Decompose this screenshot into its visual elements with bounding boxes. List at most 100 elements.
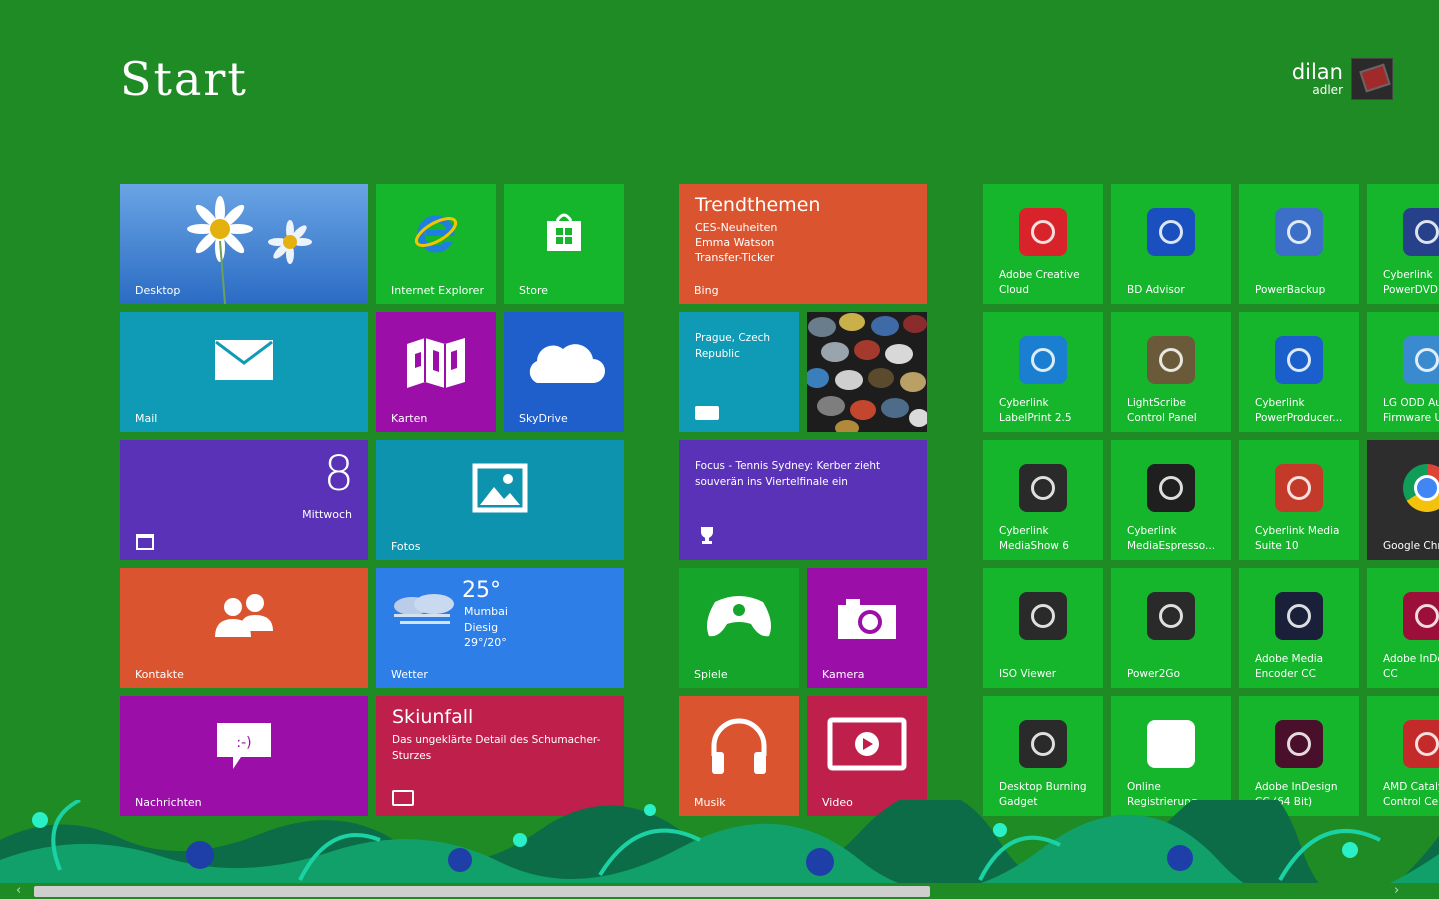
- app-tile[interactable]: LG ODD Auto Firmware U...: [1367, 312, 1439, 432]
- news-body: Das ungeklärte Detail des Schumacher-Stu…: [392, 734, 601, 762]
- app-icon-glyph: [1415, 732, 1439, 756]
- tile-label: Cyberlink PowerDVD: [1383, 269, 1438, 296]
- cloud-icon: [523, 337, 605, 387]
- app-tile[interactable]: Online Registrierung: [1111, 696, 1231, 816]
- app-icon-glyph: [1287, 476, 1311, 500]
- tile-travel[interactable]: Prague, Czech Republic: [679, 312, 799, 432]
- suitcase-icon: [695, 406, 719, 420]
- app-tile[interactable]: LightScribe Control Panel: [1111, 312, 1231, 432]
- app-icon-glyph: [1159, 732, 1183, 756]
- tile-label: Bing: [694, 284, 719, 297]
- chat-bubble-icon: :-): [215, 721, 273, 771]
- travel-text: Prague, Czech Republic: [695, 332, 771, 360]
- tile-label: Store: [519, 284, 549, 297]
- app-icon: [1275, 336, 1323, 384]
- app-icon: [1019, 208, 1067, 256]
- tile-label: Google Chrome: [1383, 540, 1439, 552]
- tile-messaging[interactable]: :-) Nachrichten: [120, 696, 368, 816]
- app-icon-glyph: [1159, 348, 1183, 372]
- tile-store[interactable]: Store: [504, 184, 624, 304]
- tile-music[interactable]: Musik: [679, 696, 799, 816]
- weather-city: Mumbai: [464, 605, 508, 618]
- tile-photos[interactable]: Fotos: [376, 440, 624, 560]
- app-tile[interactable]: Cyberlink PowerDVD: [1367, 184, 1439, 304]
- app-tile[interactable]: Cyberlink PowerProducer...: [1239, 312, 1359, 432]
- chrome-center-icon: [1414, 475, 1439, 501]
- app-tile[interactable]: Cyberlink Media Suite 10: [1239, 440, 1359, 560]
- app-icon: [1147, 720, 1195, 768]
- app-icon-glyph: [1415, 220, 1439, 244]
- app-tile[interactable]: ISO Viewer: [983, 568, 1103, 688]
- tile-label: SkyDrive: [519, 412, 568, 425]
- tile-desktop[interactable]: Desktop: [120, 184, 368, 304]
- app-tile[interactable]: AMD Catalyst Control Center: [1367, 696, 1439, 816]
- app-icon: [1147, 592, 1195, 640]
- photo-icon: [472, 463, 528, 513]
- horizontal-scrollbar[interactable]: ‹ ›: [0, 883, 1439, 899]
- app-icon: [1403, 336, 1439, 384]
- app-tile[interactable]: Adobe Media Encoder CC: [1239, 568, 1359, 688]
- app-tile[interactable]: BD Advisor: [1111, 184, 1231, 304]
- tile-weather[interactable]: 25° Mumbai Diesig 29°/20° Wetter: [376, 568, 624, 688]
- tile-label: LightScribe Control Panel: [1127, 397, 1197, 424]
- tile-label: Cyberlink Media Suite 10: [1255, 525, 1340, 552]
- app-icon: [1019, 464, 1067, 512]
- tile-label: Internet Explorer: [391, 284, 484, 297]
- tile-skydrive[interactable]: SkyDrive: [504, 312, 624, 432]
- app-tile[interactable]: Desktop Burning Gadget: [983, 696, 1103, 816]
- tile-maps[interactable]: Karten: [376, 312, 496, 432]
- map-icon: [405, 336, 467, 389]
- tile-people[interactable]: Kontakte: [120, 568, 368, 688]
- app-tile[interactable]: Adobe InDesign CC (64 Bit): [1239, 696, 1359, 816]
- app-icon-glyph: [1031, 476, 1055, 500]
- tile-camera[interactable]: Kamera: [807, 568, 927, 688]
- scroll-right-icon[interactable]: ›: [1394, 884, 1399, 898]
- app-icon-glyph: [1159, 604, 1183, 628]
- tile-video[interactable]: Video: [807, 696, 927, 816]
- scroll-left-icon[interactable]: ‹: [16, 884, 21, 898]
- news-headline: Skiunfall: [392, 706, 474, 728]
- sport-text: Focus - Tennis Sydney: Kerber zieht souv…: [695, 460, 881, 488]
- app-tile[interactable]: Adobe InDesign CC: [1367, 568, 1439, 688]
- tile-label: Desktop: [135, 284, 181, 297]
- app-icon: [1019, 720, 1067, 768]
- app-icon-glyph: [1287, 220, 1311, 244]
- app-icon-glyph: [1415, 604, 1439, 628]
- tile-news[interactable]: Skiunfall Das ungeklärte Detail des Schu…: [376, 696, 624, 816]
- calendar-day: 8: [323, 446, 354, 502]
- tile-label: Fotos: [391, 540, 421, 553]
- bing-item: CES-Neuheiten: [695, 221, 778, 234]
- app-icon-glyph: [1159, 476, 1183, 500]
- tile-bing[interactable]: Trendthemen CES-Neuheiten Emma Watson Tr…: [679, 184, 927, 304]
- app-tile[interactable]: Google Chrome: [1367, 440, 1439, 560]
- tile-sport[interactable]: Focus - Tennis Sydney: Kerber zieht souv…: [679, 440, 927, 560]
- app-tile[interactable]: Cyberlink LabelPrint 2.5: [983, 312, 1103, 432]
- tile-label: Kamera: [822, 668, 865, 681]
- app-tile[interactable]: Adobe Creative Cloud: [983, 184, 1103, 304]
- tile-mail[interactable]: Mail: [120, 312, 368, 432]
- tile-games[interactable]: Spiele: [679, 568, 799, 688]
- app-icon-glyph: [1159, 220, 1183, 244]
- tile-internet-explorer[interactable]: Internet Explorer: [376, 184, 496, 304]
- app-icon: [1403, 720, 1439, 768]
- tile-label: Mail: [135, 412, 158, 425]
- app-tile[interactable]: Power2Go: [1111, 568, 1231, 688]
- app-icon-glyph: [1287, 732, 1311, 756]
- scroll-thumb[interactable]: [34, 886, 930, 897]
- app-tile[interactable]: Cyberlink MediaEspresso...: [1111, 440, 1231, 560]
- tile-photo-slideshow[interactable]: [807, 312, 927, 432]
- app-icon-glyph: [1415, 348, 1439, 372]
- tile-grid: Desktop Internet Explorer Store Mail Kar…: [0, 0, 1439, 899]
- tile-calendar[interactable]: 8 Mittwoch: [120, 440, 368, 560]
- app-tile[interactable]: PowerBackup: [1239, 184, 1359, 304]
- app-icon: [1403, 592, 1439, 640]
- app-icon: [1147, 464, 1195, 512]
- trophy-icon: [697, 526, 717, 548]
- envelope-icon: [214, 339, 274, 381]
- app-tile[interactable]: Cyberlink MediaShow 6: [983, 440, 1103, 560]
- game-controller-icon: [705, 592, 773, 640]
- tile-label: Karten: [391, 412, 428, 425]
- internet-explorer-icon: [412, 208, 460, 256]
- shopping-bag-icon: [539, 207, 589, 257]
- tile-label: Spiele: [694, 668, 728, 681]
